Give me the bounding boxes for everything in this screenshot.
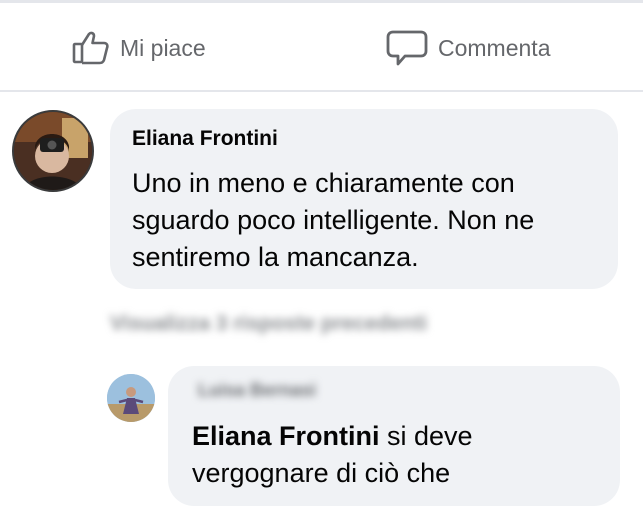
mention-link[interactable]: Eliana Frontini [192, 421, 380, 451]
replier-avatar[interactable] [107, 374, 155, 422]
commenter-avatar[interactable] [12, 110, 94, 192]
reply-author[interactable]: Luisa Bernasi [198, 380, 316, 401]
reply-text: Eliana Frontini si deve vergognare di ci… [192, 418, 602, 492]
comment-text: Uno in meno e chiaramente con sguardo po… [132, 168, 535, 272]
profile-photo-icon [107, 374, 155, 422]
post-action-bar: Mi piace Commenta [0, 18, 643, 76]
comment-bubble: Eliana Frontini Uno in meno e chiarament… [110, 109, 618, 289]
post-top-divider [0, 0, 643, 3]
view-previous-replies-link[interactable]: Visualizza 3 risposte precedenti [110, 312, 427, 336]
comment-author[interactable]: Eliana Frontini [132, 127, 278, 151]
profile-photo-icon [14, 112, 92, 190]
comment-button[interactable]: Commenta [386, 26, 550, 70]
speech-bubble-icon [386, 29, 428, 67]
like-button[interactable]: Mi piace [72, 26, 206, 70]
like-label: Mi piace [120, 34, 206, 61]
actions-divider [0, 90, 643, 92]
reply-bubble: Luisa Bernasi Eliana Frontini si deve ve… [168, 366, 620, 506]
thumbs-up-icon [72, 31, 110, 65]
comment-label: Commenta [438, 34, 551, 61]
